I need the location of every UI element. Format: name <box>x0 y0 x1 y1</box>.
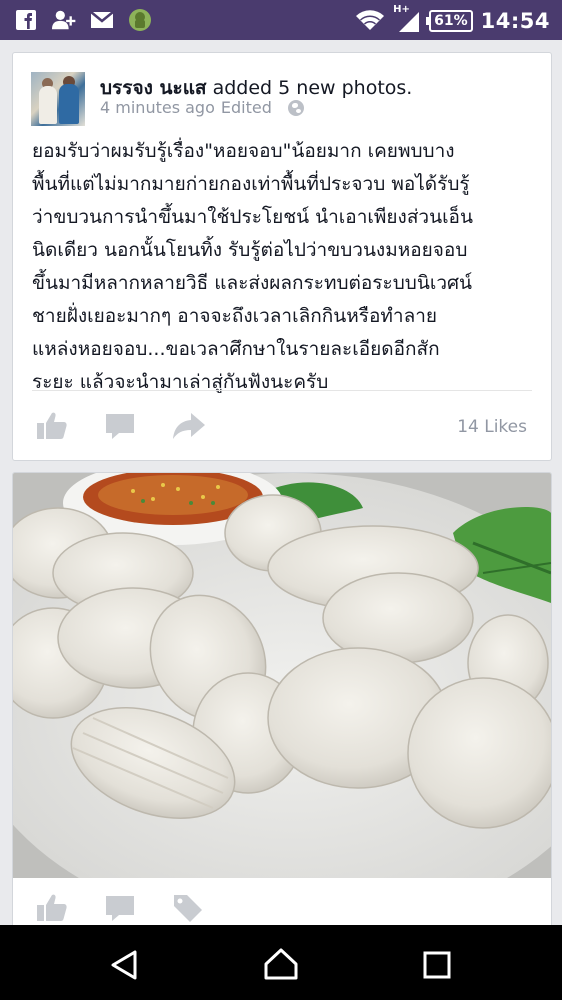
share-icon[interactable] <box>171 409 205 443</box>
comment-icon[interactable] <box>103 891 137 925</box>
signal-icon: H+ <box>393 4 421 34</box>
android-app-icon <box>128 8 152 32</box>
wifi-icon <box>355 7 385 35</box>
author-name[interactable]: บรรจง นะแส <box>100 77 207 99</box>
post-body-line: ชายฝั่งเยอะมากๆ อาจจะถึงเวลาเลิกกินหรือท… <box>32 305 438 327</box>
post-body: ยอมรับว่าผมรับรู้เรื่อง"หอยจอบ"น้อยมาก เ… <box>32 135 542 399</box>
tag-icon[interactable] <box>171 891 205 925</box>
battery-indicator: 61% <box>426 10 473 32</box>
recents-icon[interactable] <box>417 945 457 985</box>
friend-request-icon <box>52 8 76 32</box>
globe-icon <box>287 99 304 116</box>
post-meta: 4 minutes ago Edited <box>100 98 304 117</box>
clock: 14:54 <box>480 9 550 33</box>
home-icon[interactable] <box>261 945 301 985</box>
likes-count[interactable]: 14 Likes <box>457 417 527 437</box>
gmail-icon <box>90 8 114 32</box>
post-body-line: นิดเดียว นอกนั้นโยนทิ้ง รับรู้ต่อไปว่าขบ… <box>32 239 468 261</box>
photo-card <box>12 472 552 934</box>
post-body-line: ยอมรับว่าผมรับรู้เรื่อง"หอยจอบ"น้อยมาก เ… <box>32 140 455 162</box>
back-icon[interactable] <box>105 945 145 985</box>
post-body-line: แหล่งหอยจอบ...ขอเวลาศึกษาในรายละเอียดอีก… <box>32 338 440 360</box>
post-action-text: added 5 new photos. <box>212 77 413 99</box>
divider <box>32 390 532 391</box>
like-icon[interactable] <box>35 409 69 443</box>
post-body-line: ขึ้นมามีหลากหลายวิธี และส่งผลกระทบต่อระบ… <box>32 272 473 294</box>
post-body-line: ว่าขบวนการนำขึ้นมาใช้ประโยชน์ นำเอาเพียง… <box>32 206 473 228</box>
post-body-line: พื้นที่แต่ไม่มากมายก่ายกองเท่าพื้นที่ประ… <box>32 173 470 195</box>
comment-icon[interactable] <box>103 409 137 443</box>
status-bar: H+ 61% 14:54 <box>0 0 562 40</box>
navigation-bar <box>0 925 562 1000</box>
edited-label[interactable]: Edited <box>221 98 272 117</box>
post-card: บรรจง นะแส added 5 new photos. 4 minutes… <box>12 52 552 461</box>
facebook-icon <box>14 8 38 32</box>
post-photo[interactable] <box>13 473 551 878</box>
post-actions: 14 Likes <box>13 403 551 449</box>
avatar[interactable] <box>31 72 85 126</box>
post-body-line: ระยะ แล้วจะนำมาเล่าสู่กันฟังนะครับ <box>32 371 329 393</box>
like-icon[interactable] <box>35 891 69 925</box>
timestamp[interactable]: 4 minutes ago <box>100 98 215 117</box>
